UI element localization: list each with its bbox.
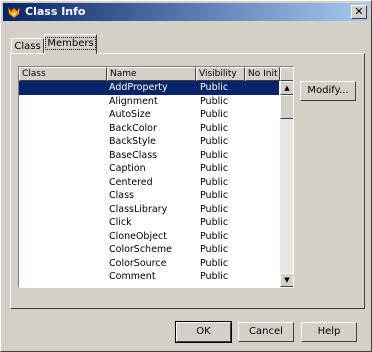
table-row[interactable]: BackStyle Public (19, 135, 279, 149)
modify-button[interactable]: Modify... (300, 81, 356, 101)
cell-visibility: Public (200, 176, 229, 188)
table-row[interactable]: CloneObject Public (19, 230, 279, 244)
close-icon: ✕ (354, 5, 364, 18)
cell-name: BackColor (109, 122, 157, 134)
column-header-visibility[interactable]: Visibility (196, 67, 245, 81)
cell-name: BaseClass (109, 149, 158, 161)
cell-visibility: Public (200, 122, 229, 134)
table-row[interactable]: Comment Public (19, 270, 279, 284)
cell-name: ClassLibrary (109, 203, 168, 215)
cell-visibility: Public (200, 203, 229, 215)
cell-name: Click (109, 217, 132, 228)
cell-name: ColorSource (109, 257, 167, 269)
cell-visibility: Public (200, 109, 229, 120)
column-header-class[interactable]: Class (19, 67, 107, 81)
cell-name: Comment (109, 271, 156, 282)
scroll-down-button[interactable]: ▼ (280, 273, 293, 287)
cell-visibility: Public (200, 244, 229, 255)
table-row[interactable]: ColorScheme Public (19, 243, 279, 257)
table-row[interactable]: ColorSource Public (19, 257, 279, 271)
table-row[interactable]: Click Public (19, 216, 279, 230)
cell-name: Alignment (109, 95, 158, 107)
cell-visibility: Public (200, 190, 229, 201)
cell-name: Caption (109, 163, 146, 174)
tab-members-label: Members (45, 37, 96, 50)
help-button[interactable]: Help (301, 322, 357, 342)
title-bar[interactable]: Class Info ✕ (3, 3, 369, 21)
cell-visibility: Public (200, 163, 229, 174)
table-row[interactable]: ClassLibrary Public (19, 203, 279, 217)
fox-icon (7, 6, 21, 19)
column-header-name[interactable]: Name (107, 67, 196, 81)
tab-class-label: Class (14, 41, 41, 52)
table-row[interactable]: AutoSize Public (19, 108, 279, 122)
tab-class[interactable]: Class (11, 38, 44, 54)
cell-visibility: Public (200, 257, 229, 269)
cell-name: AddProperty (109, 82, 168, 93)
cell-visibility: Public (200, 149, 229, 161)
list-header: Class Name Visibility No Init (19, 67, 293, 81)
cell-name: ColorScheme (109, 244, 173, 255)
close-button[interactable]: ✕ (351, 5, 367, 19)
up-arrow-icon: ▲ (284, 84, 290, 92)
cell-visibility: Public (200, 230, 229, 242)
cell-visibility: Public (200, 136, 229, 147)
tab-members[interactable]: Members (44, 34, 97, 54)
cancel-button[interactable]: Cancel (238, 322, 294, 342)
column-header-filler (280, 67, 293, 81)
scroll-thumb[interactable] (280, 95, 293, 119)
table-row[interactable]: AddProperty Public (19, 81, 279, 95)
scroll-up-button[interactable]: ▲ (280, 81, 293, 95)
vertical-scrollbar[interactable]: ▲ ▼ (280, 81, 293, 287)
members-list[interactable]: Class Name Visibility No Init AddPropert… (18, 66, 294, 288)
cell-visibility: Public (200, 217, 229, 228)
cell-visibility: Public (200, 95, 229, 107)
column-header-noinit[interactable]: No Init (245, 67, 280, 81)
table-row[interactable]: BackColor Public (19, 122, 279, 136)
table-row[interactable]: Caption Public (19, 162, 279, 176)
table-row[interactable]: BaseClass Public (19, 149, 279, 163)
ok-button[interactable]: OK (175, 321, 232, 343)
cell-name: CloneObject (109, 230, 167, 242)
down-arrow-icon: ▼ (284, 276, 290, 284)
table-row[interactable]: Class Public (19, 189, 279, 203)
cell-name: AutoSize (109, 109, 151, 120)
class-info-dialog: Class Info ✕ Class Members Class Name Vi… (0, 0, 372, 352)
cell-name: Centered (109, 176, 153, 188)
cell-visibility: Public (200, 271, 229, 282)
cell-name: BackStyle (109, 136, 156, 147)
table-row[interactable]: Centered Public (19, 176, 279, 190)
cell-visibility: Public (200, 82, 229, 93)
list-rows: AddProperty Public Alignment Public AutoSize… (19, 81, 279, 284)
cell-name: Class (109, 190, 134, 201)
table-row[interactable]: Alignment Public (19, 95, 279, 109)
window-title: Class Info (25, 5, 86, 18)
